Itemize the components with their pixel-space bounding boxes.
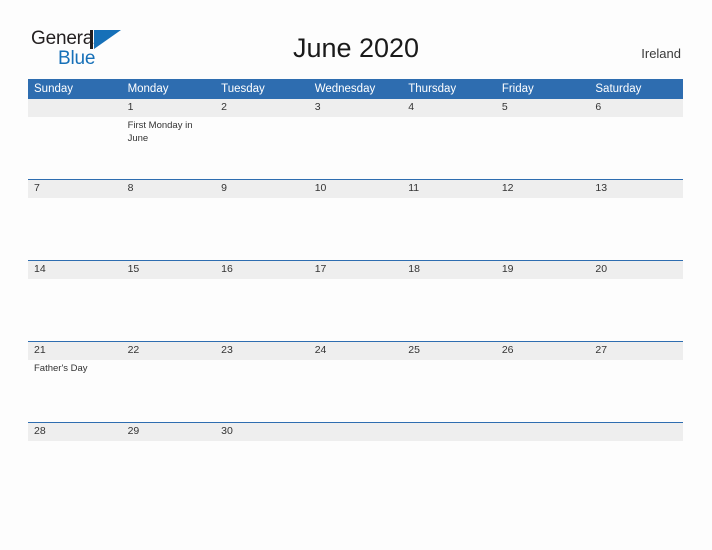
day-number: 2: [215, 99, 309, 117]
day-number: 5: [495, 99, 590, 117]
calendar-day-cell[interactable]: 15: [121, 260, 216, 342]
day-number: 13: [589, 180, 683, 198]
calendar-week-row: 14 15 16 17 18 19 20: [28, 260, 683, 342]
day-number: 24: [308, 342, 403, 360]
day-number: 12: [495, 180, 590, 198]
calendar-day-cell[interactable]: 2: [215, 99, 309, 180]
day-number: 10: [308, 180, 403, 198]
day-number: 8: [121, 180, 216, 198]
calendar-day-cell[interactable]: 11: [402, 179, 496, 261]
locale-label: Ireland: [641, 46, 681, 61]
calendar-day-cell[interactable]: 12: [495, 179, 590, 261]
calendar-day-cell[interactable]: 24: [308, 341, 403, 423]
day-number: [495, 423, 590, 441]
weekday-header-thursday: Thursday: [402, 79, 496, 99]
day-number: 4: [402, 99, 496, 117]
calendar-day-cell[interactable]: 22: [121, 341, 216, 423]
calendar-day-cell[interactable]: 16: [215, 260, 309, 342]
calendar-day-cell[interactable]: 10: [308, 179, 403, 261]
calendar-day-cell[interactable]: 20: [589, 260, 683, 342]
weekday-header-tuesday: Tuesday: [215, 79, 309, 99]
calendar-day-cell[interactable]: 9: [215, 179, 309, 261]
day-number: 9: [215, 180, 309, 198]
day-number: 19: [495, 261, 590, 279]
day-number: 22: [121, 342, 216, 360]
calendar-day-cell[interactable]: 6: [589, 99, 683, 180]
calendar-day-cell[interactable]: 27: [589, 341, 683, 423]
page-header: General Blue June 2020 Ireland: [0, 0, 712, 68]
day-number: 27: [589, 342, 683, 360]
day-number: 30: [215, 423, 309, 441]
day-number: 15: [121, 261, 216, 279]
day-number: [28, 99, 122, 117]
calendar-day-cell[interactable]: 19: [495, 260, 590, 342]
calendar-day-cell[interactable]: 30: [215, 422, 309, 453]
weekday-header-sunday: Sunday: [28, 79, 122, 99]
calendar-day-cell[interactable]: [308, 422, 403, 453]
calendar-body: 1 First Monday in June 2 3 4 5 6 7 8 9 10 11 12 13 14 1…: [28, 99, 683, 453]
calendar-week-row: 21 Father's Day 22 23 24 25 26 27: [28, 341, 683, 423]
calendar-header-row: Sunday Monday Tuesday Wednesday Thursday Frid…: [28, 79, 683, 99]
day-number: 6: [589, 99, 683, 117]
calendar-day-cell[interactable]: 26: [495, 341, 590, 423]
calendar-table: Sunday Monday Tuesday Wednesday Thursday Frid…: [28, 79, 683, 453]
calendar-week-row: 7 8 9 10 11 12 13: [28, 179, 683, 261]
day-number: [402, 423, 496, 441]
day-number: 21: [28, 342, 122, 360]
calendar-day-cell[interactable]: [402, 422, 496, 453]
day-number: 25: [402, 342, 496, 360]
calendar-day-cell[interactable]: 14: [28, 260, 122, 342]
calendar-day-cell[interactable]: 4: [402, 99, 496, 180]
day-number: 3: [308, 99, 403, 117]
weekday-header-monday: Monday: [121, 79, 216, 99]
calendar-day-cell[interactable]: 17: [308, 260, 403, 342]
day-number: 7: [28, 180, 122, 198]
calendar-day-cell[interactable]: 23: [215, 341, 309, 423]
calendar-container: Sunday Monday Tuesday Wednesday Thursday Frid…: [28, 79, 683, 453]
weekday-header-wednesday: Wednesday: [308, 79, 403, 99]
day-number: 29: [121, 423, 216, 441]
day-number: 23: [215, 342, 309, 360]
calendar-week-row: 28 29 30: [28, 422, 683, 453]
day-number: 28: [28, 423, 122, 441]
weekday-header-friday: Friday: [495, 79, 590, 99]
calendar-week-row: 1 First Monday in June 2 3 4 5 6: [28, 99, 683, 180]
day-number: 1: [121, 99, 216, 117]
calendar-day-cell[interactable]: 8: [121, 179, 216, 261]
calendar-day-cell[interactable]: 28: [28, 422, 122, 453]
calendar-day-cell[interactable]: 29: [121, 422, 216, 453]
day-number: [308, 423, 403, 441]
calendar-day-cell[interactable]: 5: [495, 99, 590, 180]
calendar-day-cell[interactable]: 13: [589, 179, 683, 261]
calendar-day-cell[interactable]: [28, 99, 122, 180]
weekday-header-saturday: Saturday: [589, 79, 683, 99]
calendar-day-cell[interactable]: [589, 422, 683, 453]
calendar-day-cell[interactable]: 21 Father's Day: [28, 341, 122, 423]
day-number: 11: [402, 180, 496, 198]
day-number: 26: [495, 342, 590, 360]
day-event-label: Father's Day: [34, 363, 88, 374]
calendar-day-cell[interactable]: 7: [28, 179, 122, 261]
calendar-day-cell[interactable]: 1 First Monday in June: [121, 99, 216, 180]
calendar-day-cell[interactable]: 3: [308, 99, 403, 180]
day-number: 16: [215, 261, 309, 279]
day-number: [589, 423, 683, 441]
day-number: 18: [402, 261, 496, 279]
calendar-day-cell[interactable]: 25: [402, 341, 496, 423]
day-number: 14: [28, 261, 122, 279]
day-number: 17: [308, 261, 403, 279]
page-title: June 2020: [292, 33, 420, 63]
calendar-day-cell[interactable]: [495, 422, 590, 453]
day-number: 20: [589, 261, 683, 279]
calendar-day-cell[interactable]: 18: [402, 260, 496, 342]
day-event-label: First Monday in June: [127, 120, 193, 144]
